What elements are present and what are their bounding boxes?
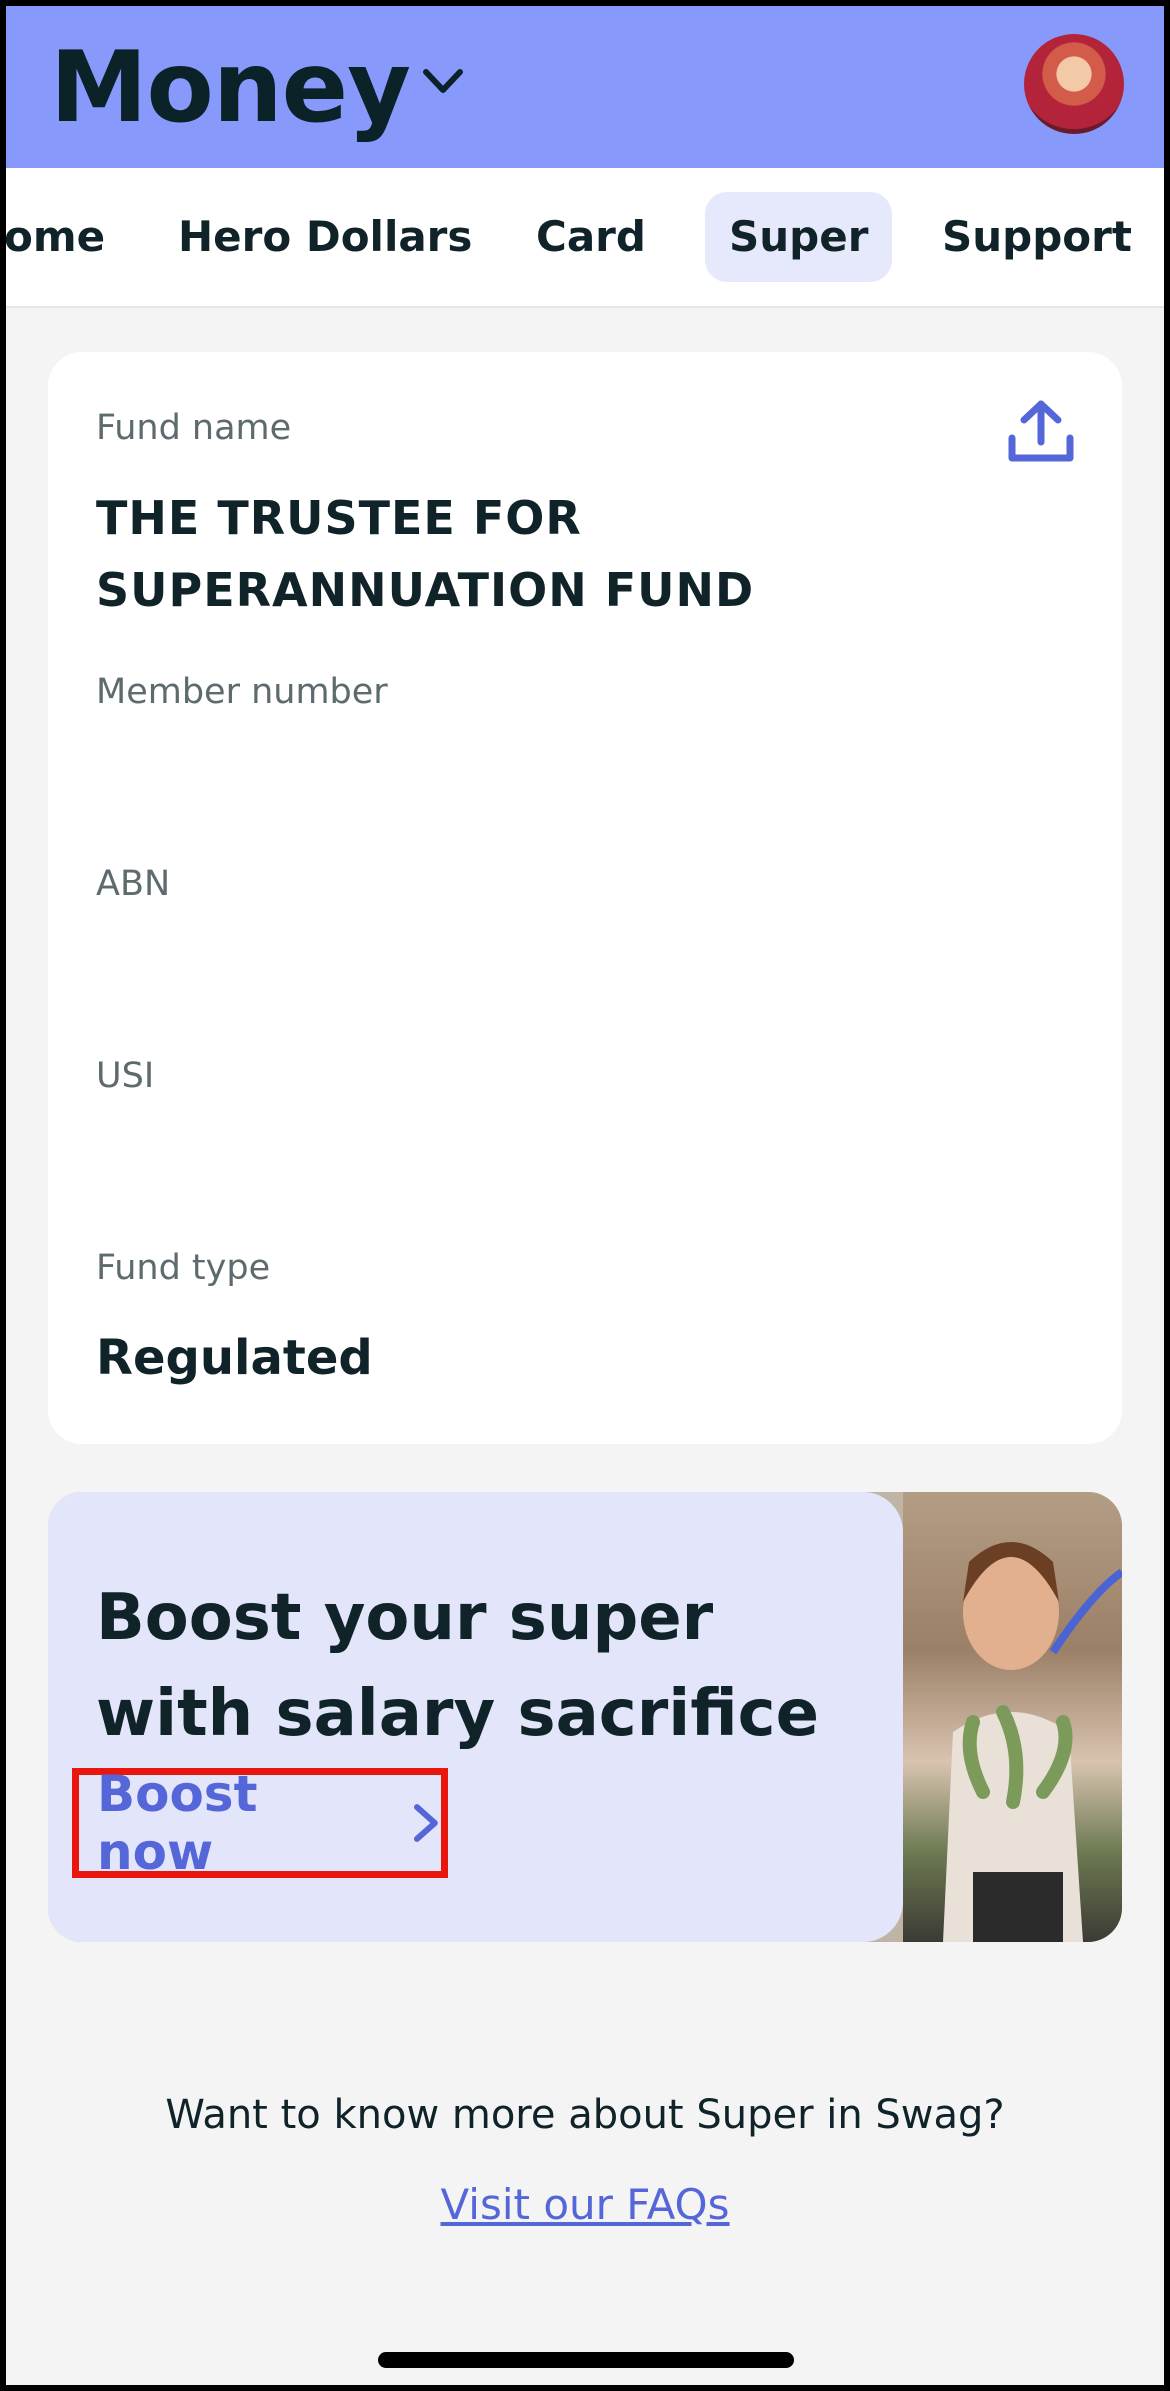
promo-illustration bbox=[943, 1542, 1122, 1942]
fund-details-card: Fund name THE TRUSTEE FOR SUPERANNUATION… bbox=[48, 352, 1122, 1444]
faq-link[interactable]: Visit our FAQs bbox=[0, 2180, 1170, 2229]
tab-bar: ome Hero Dollars Card Super Support bbox=[0, 168, 1170, 308]
fund-name-value: THE TRUSTEE FOR SUPERANNUATION FUND bbox=[96, 491, 755, 617]
tab-support[interactable]: Support bbox=[918, 192, 1156, 282]
fund-type-value: Regulated bbox=[96, 1330, 373, 1386]
avatar[interactable] bbox=[1024, 34, 1124, 134]
chevron-down-icon[interactable] bbox=[420, 62, 466, 102]
member-number-label: Member number bbox=[96, 672, 388, 712]
tab-hero-dollars[interactable]: Hero Dollars bbox=[154, 192, 496, 282]
page-title: Money bbox=[50, 31, 411, 145]
promo-headline: Boost your super with salary sacrifice bbox=[96, 1581, 819, 1751]
app-header: Money bbox=[0, 0, 1170, 168]
fund-name-label: Fund name bbox=[96, 408, 292, 448]
boost-now-button[interactable]: Boost now bbox=[72, 1765, 448, 1881]
boost-now-label: Boost now bbox=[97, 1765, 258, 1881]
usi-label: USI bbox=[96, 1056, 155, 1096]
salary-sacrifice-promo: Boost your super with salary sacrifice B… bbox=[48, 1492, 1122, 1942]
tab-home[interactable]: ome bbox=[0, 192, 129, 282]
faq-question: Want to know more about Super in Swag? bbox=[165, 2092, 1005, 2138]
home-indicator[interactable] bbox=[378, 2352, 794, 2368]
abn-label: ABN bbox=[96, 864, 171, 904]
tab-card[interactable]: Card bbox=[512, 192, 670, 282]
fund-type-label: Fund type bbox=[96, 1248, 271, 1288]
promo-photo bbox=[903, 1492, 1122, 1942]
chevron-right-icon bbox=[414, 1804, 439, 1842]
share-upload-icon[interactable] bbox=[1006, 396, 1076, 466]
tab-super[interactable]: Super bbox=[705, 192, 893, 282]
